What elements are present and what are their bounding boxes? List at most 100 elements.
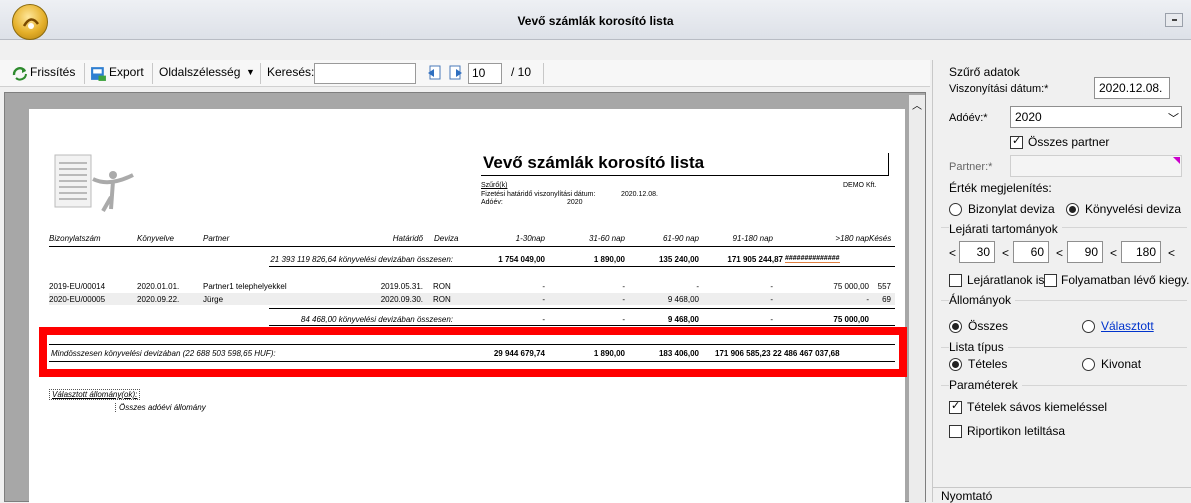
col-header: 61-90 nap (662, 234, 699, 243)
zoom-select[interactable]: Oldalszélesség (159, 65, 240, 79)
next-page-icon[interactable] (447, 65, 463, 81)
ref-date-input[interactable]: 2020.12.08. (1094, 77, 1170, 99)
search-input[interactable] (314, 63, 416, 84)
selected-states-radio[interactable] (1082, 320, 1095, 333)
table-cell: - (622, 282, 625, 291)
subtotal-value: 75 000,00 (833, 315, 869, 324)
scroll-up-icon[interactable]: ︿ (912, 97, 922, 112)
subtotal-rule (269, 308, 895, 309)
range3-input[interactable]: 90 (1067, 241, 1103, 263)
year-label: Adóév: (481, 199, 503, 206)
overdue-label: Lejáratlanok is (967, 273, 1045, 287)
previous-page-icon[interactable] (427, 65, 443, 81)
value-display-label: Érték megjelenítés: (949, 181, 1052, 195)
partner-input[interactable] (1010, 155, 1182, 177)
export-icon[interactable] (90, 65, 107, 82)
lt-sign: < (1110, 246, 1118, 260)
disable-report-label: Riportikon letiltása (967, 424, 1066, 438)
vertical-scrollbar[interactable]: ︿ (909, 95, 925, 503)
filters-link[interactable]: Szűrő(k) (481, 182, 507, 189)
year-select[interactable]: 2020 (1010, 106, 1182, 128)
required-marker-icon (1173, 157, 1180, 164)
date-value: 2020.12.08. (621, 191, 658, 198)
window-title: Vevő számlák korosító lista (517, 14, 674, 28)
date-label: Fizetési határidő viszonylítási dátum: (481, 191, 596, 198)
table-cell: RON (433, 295, 451, 304)
states-label: Állományok (949, 293, 1016, 307)
col-header: Határidő (392, 234, 423, 243)
list-type-label: Lista típus (949, 340, 1008, 354)
refresh-icon[interactable] (12, 66, 28, 82)
toolbar-separator (84, 63, 85, 84)
all-states-label: Összes (968, 319, 1009, 333)
table-cell: 2020.01.01. (137, 282, 180, 291)
range4-input[interactable]: 180 (1121, 241, 1161, 263)
table-cell: 9 468,00 (667, 295, 699, 304)
subtotal-value: - (542, 315, 545, 324)
table-cell: 2019.05.31. (380, 282, 423, 291)
table-cell: - (866, 295, 869, 304)
report-viewer: ︿ Vevő számlák korosító lista Szűrő(k) D… (4, 92, 926, 503)
title-bar: Vevő számlák korosító lista (0, 0, 1191, 40)
table-cell: - (542, 282, 545, 291)
export-button[interactable]: Export (109, 65, 144, 79)
all-partner-checkbox[interactable]: ✓ (1010, 135, 1023, 149)
page-number-input[interactable]: 10 (468, 63, 502, 84)
disable-report-checkbox[interactable] (949, 425, 962, 438)
selected-states-label: Választott állomány(ok): (49, 389, 141, 400)
filter-panel: Szűrő adatok Viszonyítási dátum:* 2020.1… (932, 60, 1191, 503)
lt-sign: < (1002, 246, 1010, 260)
all-states-radio[interactable] (949, 320, 962, 333)
ongoing-checkbox[interactable] (1044, 274, 1057, 287)
chevron-down-icon[interactable]: ﹀ (1168, 110, 1179, 126)
itemized-radio[interactable] (949, 358, 962, 371)
printer-label[interactable]: Nyomtató (941, 489, 992, 503)
subtotal-rule (269, 325, 895, 326)
group-total-value: 1 890,00 (593, 255, 625, 264)
ref-date-label: Viszonyítási dátum:* (949, 83, 1049, 95)
report-title: Vevő számlák korosító lista (481, 153, 889, 176)
col-header: Könyvelve (137, 234, 174, 243)
overdue-checkbox[interactable] (949, 274, 962, 287)
range2-input[interactable]: 60 (1013, 241, 1049, 263)
group-total-value: 171 905 244,87 (727, 255, 783, 264)
grand-total-rule (49, 361, 895, 362)
col-header: Késés (869, 234, 892, 243)
grand-total-rule (49, 344, 895, 345)
report-toolbar: Frissítés Export Oldalszélesség ▼ Keresé… (0, 60, 930, 87)
striped-label: Tételek sávos kiemeléssel (967, 400, 1108, 414)
group-total-value: 135 240,00 (658, 255, 699, 264)
table-cell: - (622, 295, 625, 304)
selected-states-link[interactable]: Választott (1101, 319, 1154, 333)
page-total: / 10 (511, 65, 532, 79)
table-cell: - (770, 282, 773, 291)
book-currency-radio[interactable] (1066, 203, 1079, 216)
table-cell: 75 000,00 (833, 282, 869, 291)
striped-checkbox[interactable]: ✓ (949, 400, 962, 414)
year-value: 2020 (567, 199, 583, 206)
company-name: DEMO Kft. (843, 182, 877, 189)
table-cell: - (696, 282, 699, 291)
subtotal-value: - (770, 315, 773, 324)
extract-radio[interactable] (1082, 358, 1095, 371)
restore-button[interactable] (1165, 13, 1183, 27)
col-header: 1-30nap (515, 234, 545, 243)
group-total-label: 21 393 119 826,64 könyvelési devizában ö… (270, 255, 453, 264)
col-header: 91-180 nap (732, 234, 773, 243)
book-currency-label: Könyvelési deviza (1085, 202, 1182, 216)
col-header: Partner (203, 234, 230, 243)
grand-total-value: 171 906 585,23 22 486 467 037,68 (715, 349, 840, 358)
report-logo-icon (54, 154, 134, 212)
doc-currency-radio[interactable] (949, 203, 962, 216)
col-header: Bizonylatszám (49, 234, 101, 243)
chevron-down-icon[interactable]: ▼ (246, 67, 255, 77)
report-page: Vevő számlák korosító lista Szűrő(k) DEM… (29, 109, 907, 503)
table-cell: 2020.09.22. (137, 295, 180, 304)
range1-input[interactable]: 30 (959, 241, 995, 263)
refresh-button[interactable]: Frissítés (30, 65, 75, 79)
header-rule (49, 246, 895, 247)
params-label: Paraméterek (949, 378, 1022, 392)
subtotal-value: - (622, 315, 625, 324)
partner-label: Partner:* (949, 161, 993, 173)
extract-label: Kivonat (1101, 357, 1142, 371)
